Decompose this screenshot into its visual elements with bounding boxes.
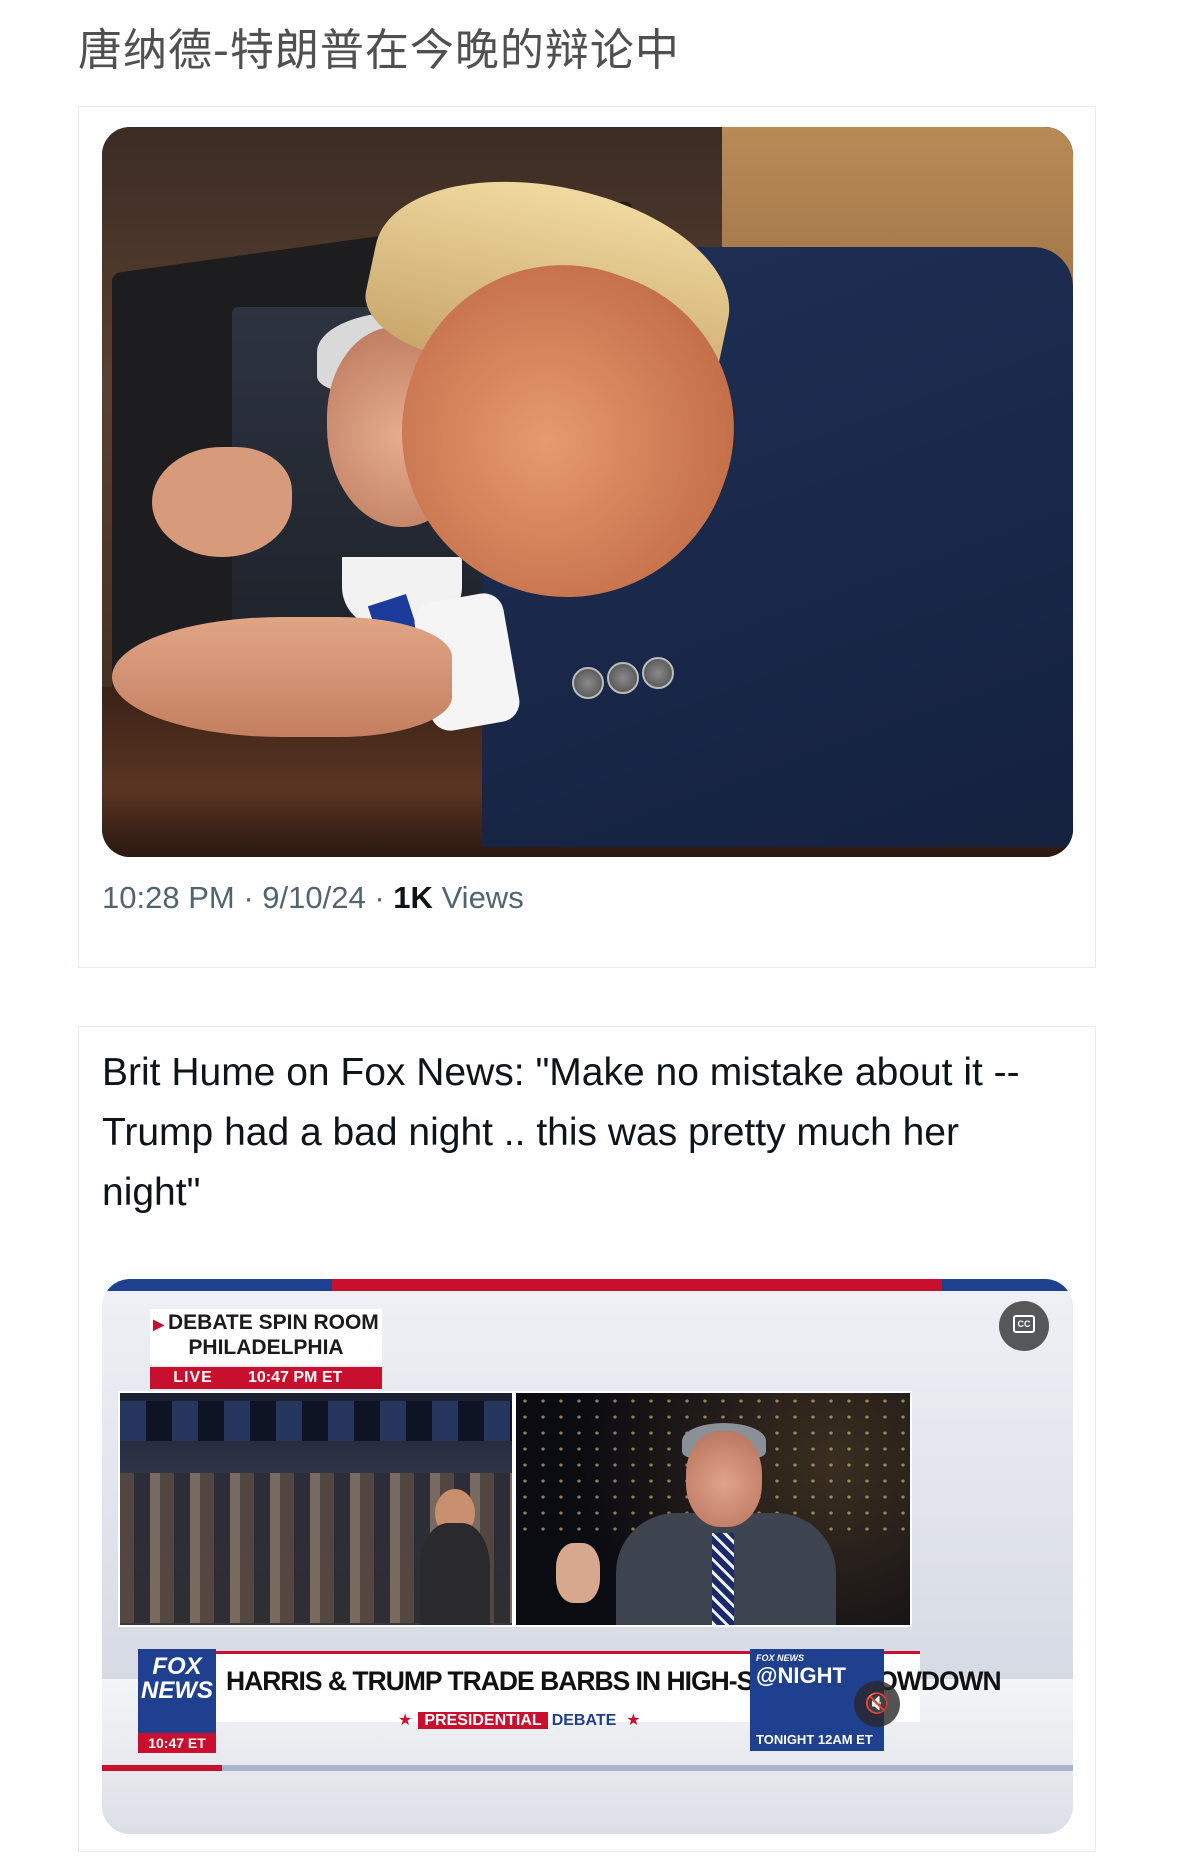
- chyron-headline: HARRIS & TRUMP TRADE BARBS IN HIGH-STAKE…: [226, 1666, 1002, 1696]
- speaker-muted-icon[interactable]: 🔇: [854, 1681, 900, 1727]
- video-player[interactable]: ▶ DEBATE SPIN ROOM PHILADELPHIA LIVE 10:47…: [102, 1279, 1073, 1834]
- anchor-tie: [712, 1533, 734, 1625]
- anchor-hand: [556, 1543, 600, 1603]
- spin-room-line1: DEBATE SPIN ROOM: [167, 1311, 379, 1334]
- live-strip: LIVE 10:47 PM ET: [150, 1367, 382, 1389]
- banner-presidential: PRESIDENTIAL: [418, 1712, 548, 1729]
- anchor-head: [686, 1431, 762, 1527]
- post-image[interactable]: [102, 127, 1073, 857]
- post-text: Brit Hume on Fox News: "Make no mistake …: [102, 1051, 1020, 1214]
- live-badge: LIVE: [173, 1369, 213, 1386]
- hand-right: [112, 617, 452, 737]
- night-big: @NIGHT: [756, 1663, 846, 1688]
- hand-left: [152, 447, 292, 557]
- fox-logo-line2: NEWS: [141, 1677, 213, 1704]
- meta-separator: ·: [243, 880, 254, 915]
- reporter: [420, 1523, 490, 1625]
- night-small: FOX NEWS: [756, 1653, 805, 1663]
- top-bar-red: [332, 1279, 942, 1291]
- post-card-1[interactable]: 10:28 PM · 9/10/24 · 1K Views: [78, 106, 1096, 968]
- debate-banner: ★ PRESIDENTIAL DEBATE ★: [392, 1709, 641, 1733]
- bottom-red-strip: [102, 1765, 222, 1771]
- sleeve-button: [572, 667, 604, 699]
- star-icon: ★: [626, 1712, 641, 1729]
- page-title: 唐纳德-特朗普在今晚的辩论中: [78, 25, 680, 76]
- live-time: 10:47 PM ET: [248, 1369, 343, 1386]
- star-icon: ★: [398, 1712, 413, 1729]
- post-time[interactable]: 10:28 PM: [102, 880, 235, 915]
- views-label: Views: [441, 880, 524, 915]
- post-date[interactable]: 9/10/24: [262, 880, 365, 915]
- spin-room-line2: PHILADELPHIA: [188, 1336, 344, 1359]
- fox-logo-line1: FOX: [152, 1653, 202, 1680]
- sleeve-button: [642, 657, 674, 689]
- post-meta: 10:28 PM · 9/10/24 · 1K Views: [102, 880, 524, 916]
- post-card-2[interactable]: Brit Hume on Fox News: "Make no mistake …: [78, 1026, 1096, 1852]
- spin-room-label: ▶ DEBATE SPIN ROOM PHILADELPHIA: [150, 1309, 382, 1365]
- video-panel-left: [118, 1391, 514, 1627]
- night-tonight: TONIGHT 12AM ET: [750, 1729, 884, 1751]
- bottom-blue-strip: [222, 1765, 1073, 1771]
- closed-captions-icon[interactable]: CC: [999, 1301, 1049, 1351]
- meta-separator: ·: [374, 880, 385, 915]
- fox-time: 10:47 ET: [138, 1733, 216, 1753]
- views-count: 1K: [393, 880, 433, 915]
- sleeve-button: [607, 662, 639, 694]
- play-arrow-icon: ▶: [153, 1316, 164, 1332]
- video-panel-right: [514, 1391, 912, 1627]
- banner-debate: DEBATE: [551, 1712, 617, 1729]
- fox-news-logo: FOX NEWS: [138, 1649, 216, 1735]
- spin-room-lights: [120, 1401, 512, 1441]
